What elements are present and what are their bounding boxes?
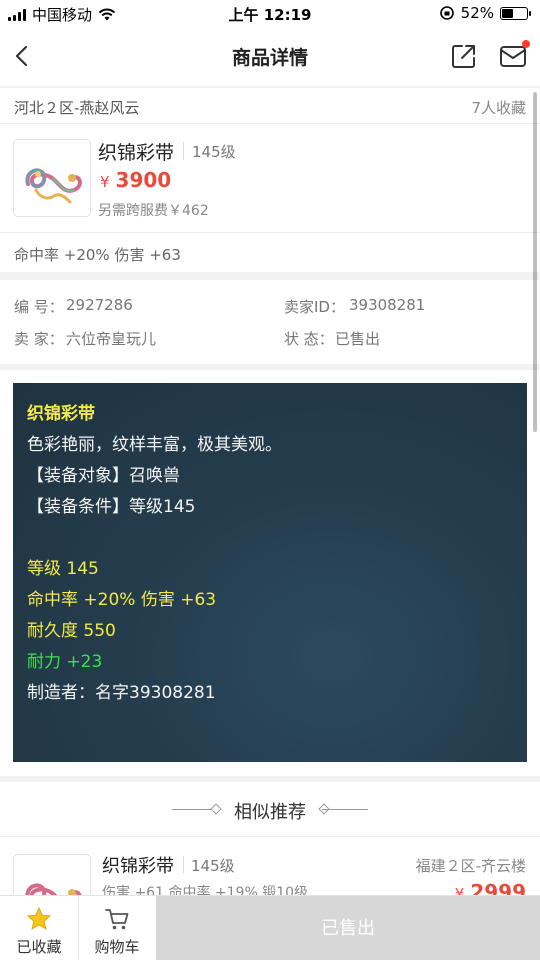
seller-label: 卖 家： <box>14 330 64 348</box>
status-label: 状 态： <box>284 330 334 348</box>
favorite-label: 已收藏 <box>16 938 62 956</box>
price-value: 3900 <box>115 168 172 192</box>
item-level: 145级 <box>192 143 236 161</box>
divider <box>183 856 184 873</box>
id-value: 2927286 <box>66 296 133 314</box>
scrollbar[interactable] <box>533 92 537 432</box>
currency-symbol: ¥ <box>100 173 110 191</box>
cart-button[interactable]: 购物车 <box>78 896 156 960</box>
sold-out-button[interactable]: 已售出 <box>156 896 540 960</box>
item-card: 织锦彩带 145级 ¥3900 另需跨服费￥462 命中率 +20% 伤害 +6… <box>0 124 540 272</box>
desc-stamina: 耐力 +23 <box>27 652 103 672</box>
favorite-count: 7人收藏 <box>471 99 526 117</box>
share-icon[interactable] <box>450 42 478 70</box>
description-section: 织锦彩带 色彩艳丽，纹样丰富，极其美观。 【装备对象】召唤兽 【装备条件】等级1… <box>0 370 540 776</box>
id-label: 编 号： <box>14 298 64 316</box>
seller-value: 六位帝皇玩儿 <box>66 330 157 348</box>
orientation-lock-icon <box>439 6 454 20</box>
item-thumbnail[interactable] <box>13 139 91 217</box>
divider <box>0 232 540 233</box>
product-detail-page: 中国移动 上午 12:19 52% 商品详情 河北２区-燕赵风云 7人收藏 织锦… <box>0 0 540 960</box>
status-bar: 中国移动 上午 12:19 52% <box>0 0 540 28</box>
desc-flavor: 色彩艳丽，纹样丰富，极其美观。 <box>27 435 282 455</box>
ribbon-icon <box>25 168 82 204</box>
item-price: ¥3900 <box>100 168 171 192</box>
status-value: 已售出 <box>335 330 381 348</box>
seller-id-value: 39308281 <box>349 296 426 314</box>
desc-maker: 制造者：名字39308281 <box>27 683 216 703</box>
desc-durability: 耐久度 550 <box>27 621 116 641</box>
similar-item-level: 145级 <box>191 857 235 875</box>
battery-icon <box>500 6 531 20</box>
item-description: 织锦彩带 色彩艳丽，纹样丰富，极其美观。 【装备对象】召唤兽 【装备条件】等级1… <box>13 383 527 762</box>
server-name: 河北２区-燕赵风云 <box>14 99 140 117</box>
cart-icon <box>105 909 129 930</box>
title-ornament-right <box>322 809 368 810</box>
server-row: 河北２区-燕赵风云 7人收藏 <box>0 88 540 124</box>
favorite-button[interactable]: 已收藏 <box>0 896 78 960</box>
desc-requirement: 【装备条件】等级145 <box>27 497 196 517</box>
item-attributes: 命中率 +20% 伤害 +63 <box>14 246 181 264</box>
desc-title: 织锦彩带 <box>27 404 95 424</box>
similar-title: 相似推荐 <box>234 802 306 823</box>
cross-server-fee: 另需跨服费￥462 <box>98 203 209 219</box>
battery-percent: 52% <box>460 4 494 22</box>
desc-hit: 命中率 +20% 伤害 +63 <box>27 590 217 610</box>
divider <box>183 142 184 160</box>
divider <box>0 836 540 837</box>
similar-item-server: 福建２区-齐云楼 <box>415 857 526 875</box>
similar-item-name: 织锦彩带 <box>102 856 174 877</box>
seller-id-label: 卖家ID： <box>284 298 345 316</box>
nav-bar: 商品详情 <box>0 28 540 86</box>
item-info: 编 号： 2927286 卖家ID： 39308281 卖 家： 六位帝皇玩儿 … <box>0 280 540 364</box>
mail-button[interactable] <box>498 40 530 70</box>
star-icon <box>26 906 52 930</box>
notification-dot <box>522 40 530 48</box>
desc-spacer <box>27 523 527 554</box>
item-name: 织锦彩带 <box>98 142 175 164</box>
cart-label: 购物车 <box>94 938 140 956</box>
desc-target: 【装备对象】召唤兽 <box>27 466 180 486</box>
battery-level <box>502 8 513 18</box>
bottom-bar: 已收藏 购物车 已售出 <box>0 895 540 960</box>
desc-level: 等级 145 <box>27 559 99 579</box>
